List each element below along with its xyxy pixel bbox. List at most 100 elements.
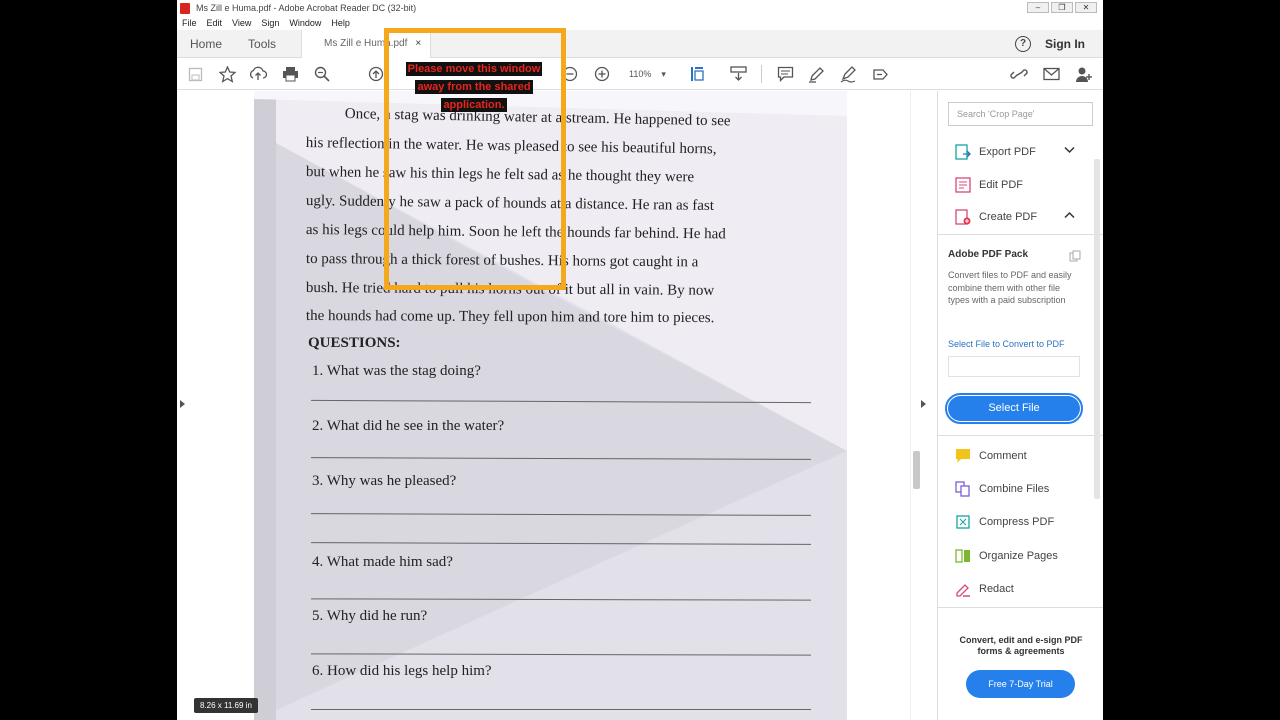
collapse-right-pane-icon[interactable] xyxy=(921,400,926,408)
free-trial-button[interactable]: Free 7-Day Trial xyxy=(966,670,1075,698)
tab-bar: Home Tools Ms Zill e Huma.pdf × ? Sign I… xyxy=(177,29,1103,58)
tool-redact[interactable]: Redact xyxy=(955,579,1014,599)
tool-organize-pages[interactable]: Organize Pages xyxy=(955,546,1058,566)
create-pdf-icon xyxy=(955,209,971,225)
menu-view[interactable]: View xyxy=(227,16,256,30)
compress-pdf-icon xyxy=(955,514,971,530)
menu-file[interactable]: File xyxy=(177,16,202,30)
highlight-pen-icon[interactable] xyxy=(807,65,825,83)
fill-sign-icon[interactable] xyxy=(871,65,889,83)
document-scroll-thumb[interactable] xyxy=(913,451,920,489)
organize-pages-icon xyxy=(955,548,971,564)
main-toolbar: 110% ▾ xyxy=(177,58,1103,90)
tool-label: Comment xyxy=(979,450,1027,462)
tool-label: Redact xyxy=(979,583,1014,595)
tools-pane: Search 'Crop Page' Export PDF Edit PDF C… xyxy=(937,91,1103,720)
sign-pen-icon[interactable] xyxy=(839,65,857,83)
answer-line xyxy=(311,709,811,710)
menu-edit[interactable]: Edit xyxy=(202,16,228,30)
question-item: 5. Why did he run? xyxy=(312,608,428,624)
chevron-up-icon[interactable] xyxy=(1064,211,1075,222)
tab-bar-right: ? Sign In xyxy=(1015,30,1085,58)
bookmark-star-icon[interactable] xyxy=(218,65,236,83)
print-icon[interactable] xyxy=(281,65,299,83)
tool-label: Export PDF xyxy=(979,146,1036,158)
pack-description: Convert files to PDF and easily combine … xyxy=(948,270,1072,305)
tool-combine-files[interactable]: Combine Files xyxy=(955,479,1049,499)
email-icon[interactable] xyxy=(1042,65,1060,83)
redact-icon xyxy=(955,581,971,597)
scroll-mode-icon[interactable] xyxy=(729,65,747,83)
share-link-icon[interactable] xyxy=(1010,65,1028,83)
file-drop-field[interactable] xyxy=(948,356,1080,377)
tools-pane-scroll-thumb[interactable] xyxy=(1094,159,1100,499)
zoom-search-icon[interactable] xyxy=(313,65,331,83)
zoom-in-icon[interactable] xyxy=(593,65,611,83)
page-up-icon[interactable] xyxy=(367,65,385,83)
edit-pdf-icon xyxy=(955,177,971,193)
window-controls: – ❐ ✕ xyxy=(1027,2,1097,13)
questions-heading: QUESTIONS: xyxy=(308,335,401,351)
close-window-icon[interactable]: ✕ xyxy=(1075,2,1097,13)
window-title: Ms Zill e Huma.pdf - Adobe Acrobat Reade… xyxy=(196,3,417,13)
tool-label: Edit PDF xyxy=(979,179,1024,191)
tools-search-input[interactable]: Search 'Crop Page' xyxy=(948,102,1093,126)
menu-help[interactable]: Help xyxy=(326,16,355,30)
sign-in-link[interactable]: Sign In xyxy=(1045,37,1085,51)
help-icon[interactable]: ? xyxy=(1015,36,1031,52)
trial-promo: Convert, edit and e-sign PDF forms & agr… xyxy=(938,607,1103,720)
tab-tools[interactable]: Tools xyxy=(235,30,289,58)
share-warning: Please move this window away from the sh… xyxy=(397,60,551,114)
question-item: 2. What did he see in the water? xyxy=(312,418,505,434)
page-display-icon[interactable] xyxy=(689,65,707,83)
share-warning-line: away from the shared xyxy=(415,80,533,94)
select-file-button[interactable]: Select File xyxy=(945,393,1083,424)
page-size-badge: 8.26 x 11.69 in xyxy=(194,698,258,713)
question-item: 1. What was the stag doing? xyxy=(312,363,481,379)
promo-text: Convert, edit and e-sign PDF forms & agr… xyxy=(959,635,1083,656)
comment-icon[interactable] xyxy=(776,65,794,83)
restore-icon[interactable]: ❐ xyxy=(1051,2,1073,13)
chevron-down-icon[interactable] xyxy=(1064,146,1075,157)
combine-files-icon xyxy=(955,481,971,497)
comment-tool-icon xyxy=(955,448,971,464)
cloud-upload-icon[interactable] xyxy=(249,65,267,83)
expand-left-icon xyxy=(180,400,185,408)
question-item: 3. Why was he pleased? xyxy=(312,473,457,489)
tool-label: Organize Pages xyxy=(979,550,1058,562)
share-warning-line: Please move this window xyxy=(405,62,543,76)
tool-create-pdf[interactable]: Create PDF xyxy=(955,207,1037,227)
title-bar: Ms Zill e Huma.pdf - Adobe Acrobat Reade… xyxy=(177,0,1103,16)
tool-label: Combine Files xyxy=(979,483,1050,495)
menu-sign[interactable]: Sign xyxy=(256,16,284,30)
share-warning-line: application. xyxy=(441,98,507,112)
tool-label: Compress PDF xyxy=(979,516,1055,528)
acrobat-logo-icon xyxy=(180,2,190,14)
chevron-down-icon: ▾ xyxy=(661,68,666,79)
menu-bar: File Edit View Sign Window Help xyxy=(177,16,1103,30)
select-file-link[interactable]: Select File to Convert to PDF xyxy=(948,339,1065,349)
tool-comment[interactable]: Comment xyxy=(955,446,1027,466)
add-user-icon[interactable] xyxy=(1074,65,1092,83)
zoom-value: 110% xyxy=(629,69,652,79)
save-icon[interactable] xyxy=(186,65,204,83)
copy-icon xyxy=(1069,249,1081,267)
zoom-select[interactable]: 110% ▾ xyxy=(623,66,673,82)
paragraph-line: the hounds had come up. They fell upon h… xyxy=(305,308,715,327)
question-item: 4. What made him sad? xyxy=(312,554,453,570)
tool-label: Create PDF xyxy=(979,211,1038,223)
tab-home[interactable]: Home xyxy=(177,30,235,58)
acrobat-window: Ms Zill e Huma.pdf - Adobe Acrobat Reade… xyxy=(177,0,1103,720)
minimize-icon[interactable]: – xyxy=(1027,2,1049,13)
tools-pane-scrollbar[interactable] xyxy=(1092,149,1102,604)
question-item: 6. How did his legs help him? xyxy=(312,663,492,679)
pack-title: Adobe PDF Pack xyxy=(948,249,1029,260)
tool-export-pdf[interactable]: Export PDF xyxy=(955,142,1036,162)
menu-window[interactable]: Window xyxy=(284,16,326,30)
export-pdf-icon xyxy=(955,144,971,160)
left-panel-toggle[interactable] xyxy=(177,91,190,720)
toolbar-divider xyxy=(761,65,762,83)
tool-compress-pdf[interactable]: Compress PDF xyxy=(955,512,1054,532)
pdf-pack-panel: Adobe PDF Pack Convert files to PDF and … xyxy=(938,234,1103,436)
tool-edit-pdf[interactable]: Edit PDF xyxy=(955,175,1023,195)
